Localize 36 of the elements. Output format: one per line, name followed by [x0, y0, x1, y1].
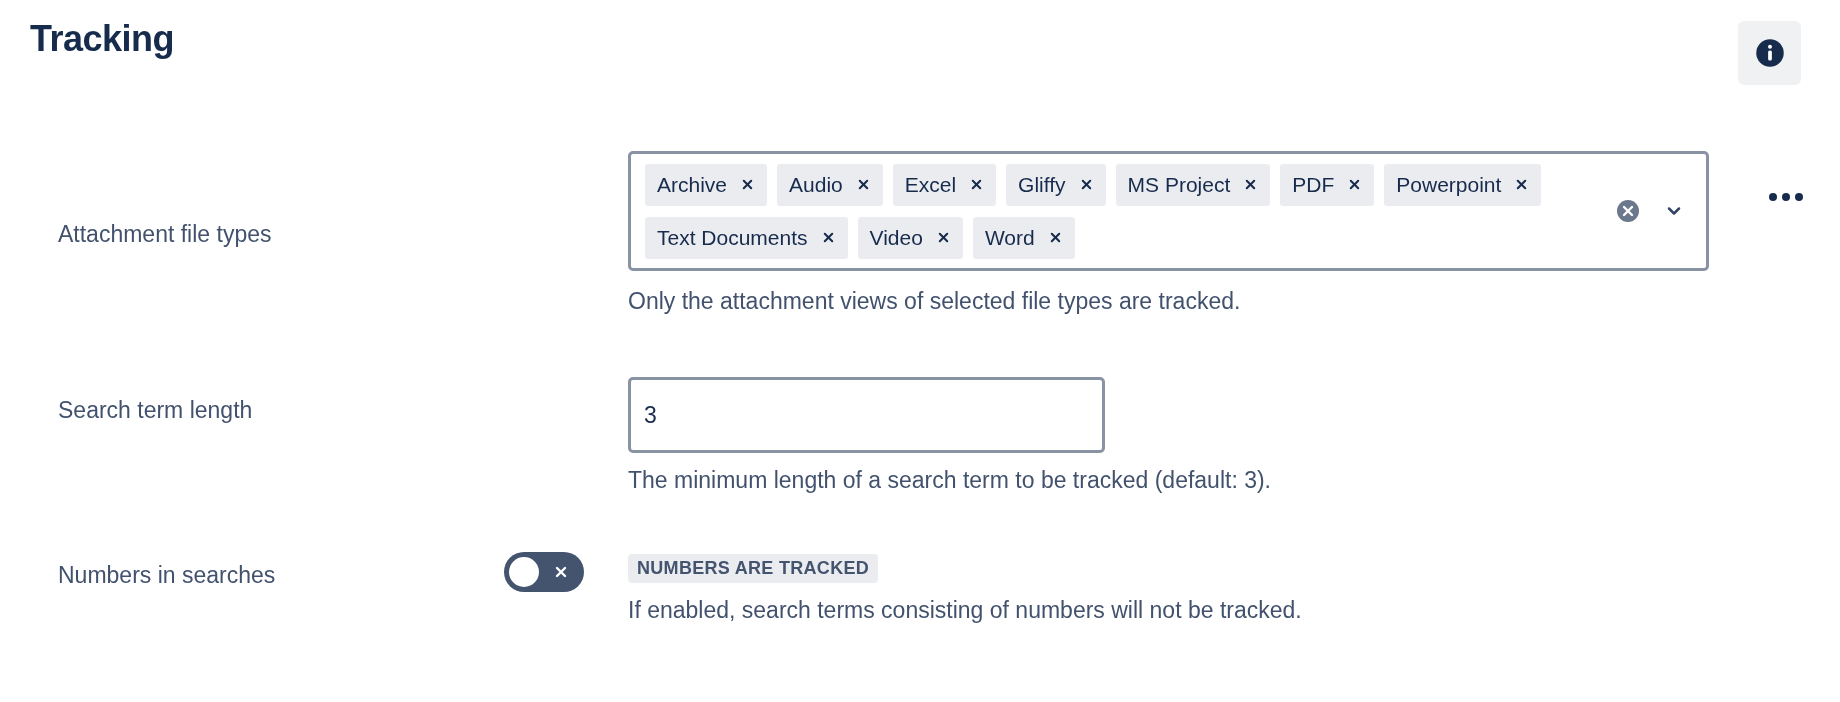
- help-text: Only the attachment views of selected file types are tracked.: [628, 288, 1241, 315]
- remove-icon[interactable]: [936, 231, 950, 244]
- tag-label: PDF: [1292, 172, 1335, 197]
- more-icon[interactable]: [1768, 192, 1804, 202]
- setting-label: Attachment file types: [58, 221, 272, 248]
- remove-icon[interactable]: [1048, 231, 1062, 244]
- help-text: If enabled, search terms consisting of numbers will not be tracked.: [628, 597, 1302, 624]
- info-icon: [1754, 38, 1785, 68]
- info-button[interactable]: [1738, 21, 1801, 85]
- help-text: The minimum length of a search term to be tracked (default: 3).: [628, 467, 1271, 494]
- tag-label: Gliffy: [1018, 172, 1066, 197]
- number-field[interactable]: 3: [628, 377, 1105, 453]
- setting-label: Numbers in searches: [58, 562, 276, 589]
- clear-icon[interactable]: [1616, 199, 1640, 223]
- remove-icon[interactable]: [1079, 178, 1093, 191]
- remove-icon[interactable]: [970, 178, 984, 191]
- remove-icon[interactable]: [1515, 178, 1529, 191]
- tag-label: Powerpoint: [1396, 172, 1502, 197]
- tag-label: Audio: [789, 172, 843, 197]
- remove-icon[interactable]: [1244, 178, 1258, 191]
- remove-icon[interactable]: [741, 178, 755, 191]
- tag-label: Word: [984, 225, 1035, 250]
- tag-label: Archive: [657, 172, 728, 197]
- remove-icon[interactable]: [821, 231, 835, 244]
- setting-label: Search term length: [58, 397, 253, 424]
- tag-label: Excel: [904, 172, 957, 197]
- tag-label: Text Documents: [657, 225, 808, 250]
- remove-icon[interactable]: [856, 178, 870, 191]
- toggle-switch[interactable]: [504, 552, 584, 592]
- multi-select-field[interactable]: Archive Audio Excel Gliffy MS Project PDF Powerpoint Text Documents Video Word: [628, 151, 1709, 271]
- tag-label: Video: [869, 225, 923, 250]
- remove-icon[interactable]: [1348, 178, 1362, 191]
- status-lozenge: NUMBERS ARE TRACKED: [628, 554, 879, 583]
- tag-label: MS Project: [1127, 172, 1231, 197]
- close-icon: [554, 565, 568, 579]
- page-title: Tracking: [30, 18, 175, 60]
